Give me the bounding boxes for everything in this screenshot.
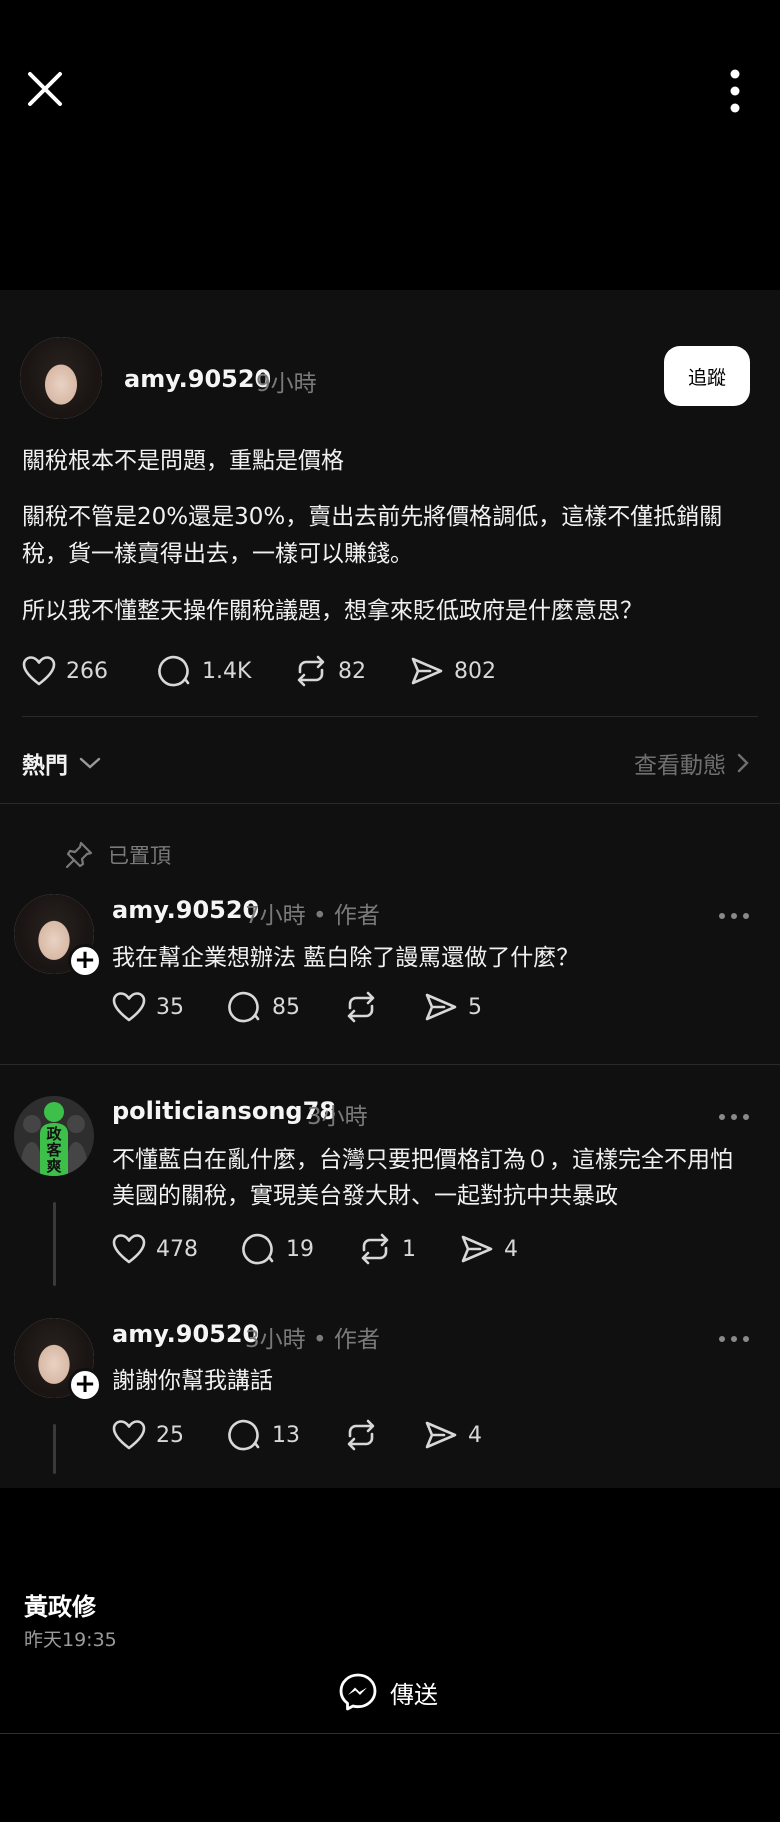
reply-username[interactable]: amy.90520: [112, 896, 259, 924]
repost-button[interactable]: 1: [358, 1232, 460, 1266]
comment-icon: [228, 991, 260, 1023]
sort-label: 熱門: [22, 753, 68, 779]
pin-icon: [65, 841, 93, 869]
like-count: 25: [156, 1422, 184, 1448]
send-icon: [461, 1235, 493, 1263]
follow-button[interactable]: 追蹤: [664, 346, 750, 406]
reply-username[interactable]: amy.90520: [112, 1320, 259, 1348]
like-count: 266: [66, 658, 108, 684]
comment-button[interactable]: 13: [228, 1418, 344, 1452]
comment-count: 13: [272, 1422, 300, 1448]
reply-actions: 35 85 5: [112, 990, 482, 1024]
reply-avatar[interactable]: 政客爽: [14, 1096, 94, 1176]
more-options-icon[interactable]: [718, 1107, 750, 1120]
send-icon: [425, 1421, 457, 1449]
comment-count: 85: [272, 994, 300, 1020]
share-count: 4: [504, 1236, 518, 1262]
shared-post-card[interactable]: amy.90520 9小時 追蹤 關稅根本不是問題，重點是價格 關稅不管是20%…: [0, 290, 780, 1488]
like-count: 35: [156, 994, 184, 1020]
divider: [0, 803, 780, 804]
chevron-right-icon: [737, 753, 749, 773]
reply-actions: 25 13 4: [112, 1418, 482, 1452]
sender-name: 黃政修: [24, 1593, 96, 1621]
heart-icon: [22, 656, 56, 686]
like-button[interactable]: 266: [22, 655, 158, 687]
comment-icon: [228, 1419, 260, 1451]
repost-icon: [347, 1419, 375, 1451]
thread-line: [53, 1202, 56, 1286]
more-options-icon[interactable]: [718, 906, 750, 919]
post-paragraph-2: 關稅不管是20%還是30%，賣出去前先將價格調低，這樣不僅抵銷關稅，貨一樣賣得出…: [22, 504, 723, 567]
pinned-indicator: 已置頂: [64, 840, 171, 870]
heart-icon: [112, 1234, 146, 1264]
thread-line: [53, 1424, 56, 1474]
sent-time: 昨天19:35: [24, 1629, 117, 1651]
share-count: 4: [468, 1422, 482, 1448]
more-options-icon[interactable]: [718, 1329, 750, 1342]
post-username[interactable]: amy.90520: [124, 365, 271, 393]
reply-actions: 478 19 1 4: [112, 1232, 518, 1266]
repost-count: 82: [338, 658, 366, 684]
repost-count: 1: [402, 1236, 416, 1262]
sort-dropdown[interactable]: 熱門: [22, 746, 102, 780]
like-button[interactable]: 25: [112, 1419, 228, 1451]
comment-button[interactable]: 85: [228, 990, 344, 1024]
share-count: 5: [468, 994, 482, 1020]
chevron-down-icon: [79, 757, 101, 769]
author-avatar[interactable]: [20, 337, 102, 419]
view-activity-link[interactable]: 查看動態: [634, 746, 750, 780]
repost-icon: [347, 991, 375, 1023]
heart-icon: [112, 992, 146, 1022]
like-count: 478: [156, 1236, 198, 1262]
reply-text: 不懂藍白在亂什麼，台灣只要把價格訂為０，這樣完全不用怕美國的關稅，實現美台發大財…: [112, 1147, 733, 1209]
comment-icon: [242, 1233, 274, 1265]
repost-button[interactable]: [344, 1418, 424, 1452]
divider: [0, 1064, 780, 1065]
follow-plus-icon[interactable]: +: [68, 944, 102, 978]
send-label: 傳送: [390, 1680, 438, 1709]
profile-photo: 政客爽: [14, 1096, 94, 1176]
divider: [0, 1733, 780, 1734]
view-activity-label: 查看動態: [634, 753, 726, 779]
share-button[interactable]: 4: [460, 1233, 518, 1265]
comment-button[interactable]: 1.4K: [158, 654, 294, 688]
more-options-icon[interactable]: [715, 66, 755, 116]
post-actions: 266 1.4K 82 802: [22, 654, 496, 688]
send-icon: [425, 993, 457, 1021]
reply-text: 謝謝你幫我講話: [112, 1368, 273, 1394]
reply-text: 我在幫企業想辦法 藍白除了謾罵還做了什麼？: [112, 945, 580, 971]
post-paragraph-3: 所以我不懂整天操作關稅議題，想拿來貶低政府是什麼意思？: [22, 598, 643, 624]
comment-count: 1.4K: [202, 658, 252, 684]
share-count: 802: [454, 658, 496, 684]
like-button[interactable]: 35: [112, 991, 228, 1023]
viewer-top-bar: [0, 0, 780, 290]
send-icon: [411, 657, 443, 685]
comment-button[interactable]: 19: [242, 1232, 358, 1266]
pinned-label: 已置頂: [108, 844, 171, 868]
post-paragraph-1: 關稅根本不是問題，重點是價格: [22, 448, 344, 474]
heart-icon: [112, 1420, 146, 1450]
comment-count: 19: [286, 1236, 314, 1262]
follow-plus-icon[interactable]: +: [68, 1368, 102, 1402]
close-icon[interactable]: [22, 66, 68, 112]
reply-meta: 3小時: [307, 1104, 368, 1130]
share-button[interactable]: 4: [424, 1419, 482, 1451]
reply-username[interactable]: politiciansong78: [112, 1097, 336, 1125]
repost-icon: [297, 655, 325, 687]
avatar-logo-text: 政客爽: [46, 1125, 62, 1175]
post-time: 9小時: [256, 371, 317, 397]
profile-photo: [20, 337, 102, 419]
divider: [22, 716, 758, 717]
repost-button[interactable]: [344, 990, 424, 1024]
repost-button[interactable]: 82: [294, 654, 410, 688]
reply-meta: 7小時 • 作者: [245, 903, 380, 929]
repost-icon: [361, 1233, 389, 1265]
comment-icon: [158, 655, 190, 687]
reply-meta: 3小時 • 作者: [245, 1327, 380, 1353]
messenger-icon: [339, 1673, 377, 1711]
send-button[interactable]: 傳送: [338, 1672, 438, 1712]
share-button[interactable]: 5: [424, 991, 482, 1023]
like-button[interactable]: 478: [112, 1233, 242, 1265]
share-button[interactable]: 802: [410, 655, 496, 687]
